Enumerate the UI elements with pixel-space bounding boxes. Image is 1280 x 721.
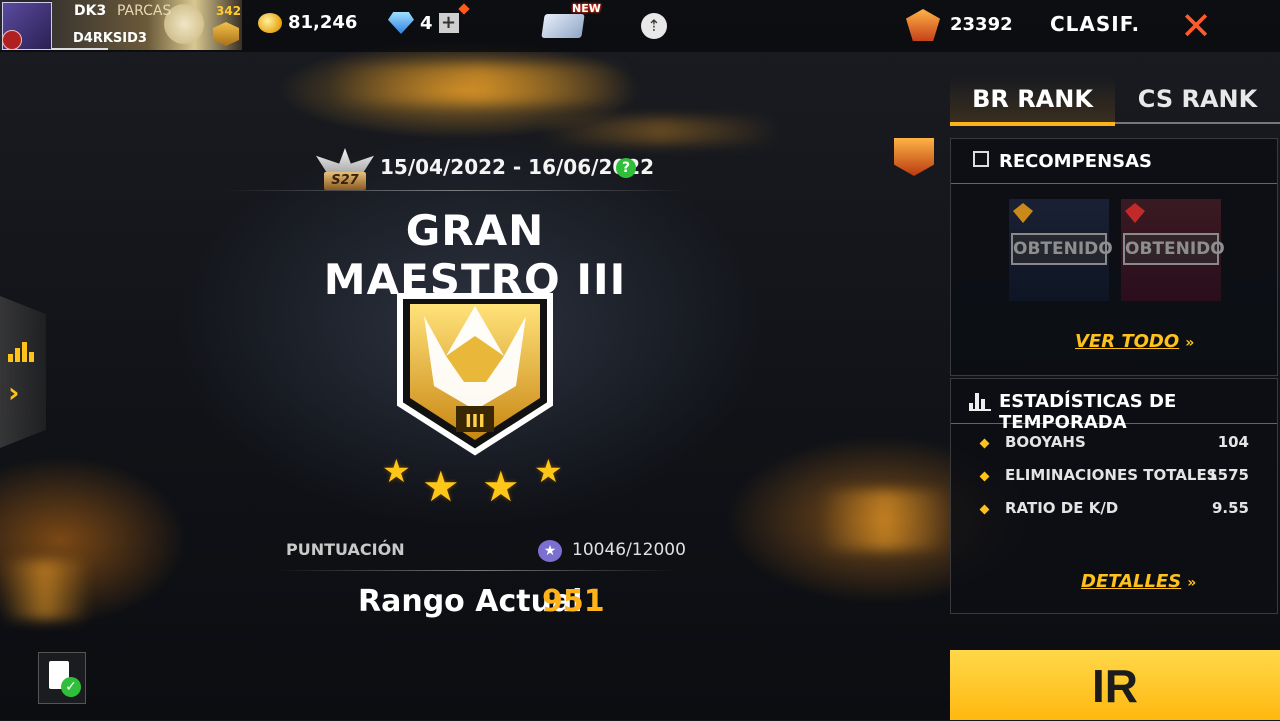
reward-status: OBTENIDO <box>1011 233 1113 265</box>
rank-emblem-icon: III <box>397 293 553 456</box>
rank-emblem-numeral: III <box>465 411 485 432</box>
side-drawer-tab[interactable] <box>0 296 46 448</box>
reward-item[interactable]: OBTENIDO <box>1009 199 1113 301</box>
player-name-tag: PARCAS <box>117 3 172 19</box>
view-all-label: VER TODO <box>1075 331 1180 352</box>
membership-card-icon[interactable] <box>541 14 585 38</box>
season-badge: S27 <box>324 172 366 190</box>
stat-value: 1575 <box>1207 466 1249 484</box>
coin-count: 81,246 <box>288 12 358 33</box>
player-name-top: DK3 <box>74 3 107 19</box>
season-dates: 15/04/2022 - 16/06/2022 <box>380 155 655 179</box>
stat-row: ELIMINACIONES TOTALES 1575 <box>979 466 1249 490</box>
stat-label: BOOYAHS <box>1005 433 1086 451</box>
stat-value: 9.55 <box>1211 499 1249 517</box>
star-icon: ★ <box>482 462 520 511</box>
rewards-panel: RECOMPENSAS OBTENIDO OBTENIDO VER TODO » <box>950 138 1278 376</box>
background-light-streak <box>540 118 780 144</box>
score-star-icon: ★ <box>538 540 562 562</box>
tab-br-rank[interactable]: BR RANK <box>950 76 1115 126</box>
cloud-upload-icon[interactable]: ⇡ <box>641 13 667 39</box>
gift-icon <box>973 151 989 167</box>
divider <box>220 190 690 191</box>
chevron-right-icon[interactable]: › <box>8 376 20 409</box>
season-emblem-icon: S27 <box>316 148 374 190</box>
exp-bar <box>52 48 108 50</box>
divider <box>276 570 678 571</box>
player-nickname: D4RKSID3 <box>73 31 147 46</box>
reward-status: OBTENIDO <box>1123 233 1225 265</box>
double-arrow-icon: » <box>1187 575 1197 591</box>
stats-header: ESTADÍSTICAS DE TEMPORADA <box>951 379 1277 433</box>
stat-label: RATIO DE K/D <box>1005 499 1119 517</box>
guild-badge-icon <box>2 30 22 50</box>
star-icon: ★ <box>422 462 460 511</box>
double-arrow-icon: » <box>1185 335 1195 351</box>
report-icon[interactable]: ✓ <box>38 652 86 704</box>
clasif-button[interactable]: CLASIF. <box>1050 12 1140 36</box>
rewards-header: RECOMPENSAS <box>951 139 1277 184</box>
new-tag: NEW <box>572 2 601 15</box>
background-light-streak <box>0 560 90 620</box>
star-icon: ★ <box>534 452 563 490</box>
close-icon[interactable]: ✕ <box>1176 7 1216 45</box>
tab-cs-rank[interactable]: CS RANK <box>1115 76 1280 124</box>
stat-row: RATIO DE K/D 9.55 <box>979 499 1249 523</box>
player-level: 342 <box>216 4 242 18</box>
diamond-balance[interactable]: 4 + <box>388 12 459 34</box>
rank-tabs: BR RANK CS RANK <box>950 76 1280 126</box>
current-rank-value: 951 <box>542 584 605 619</box>
details-link[interactable]: DETALLES » <box>1081 571 1196 592</box>
help-icon[interactable]: ? <box>616 158 636 178</box>
stat-row: BOOYAHS 104 <box>979 433 1249 457</box>
coin-balance[interactable]: 81,246 <box>258 12 357 33</box>
view-all-link[interactable]: VER TODO » <box>1075 331 1194 352</box>
score-progress: 10046/12000 <box>572 540 686 560</box>
stat-label: ELIMINACIONES TOTALES <box>1005 466 1218 484</box>
player-profile[interactable]: DK3 PARCAS D4RKSID3 342 <box>0 0 242 50</box>
go-button[interactable]: IR <box>950 650 1280 720</box>
stats-icon <box>969 391 991 411</box>
stats-title: ESTADÍSTICAS DE TEMPORADA <box>999 391 1177 433</box>
star-icon: ★ <box>382 452 411 490</box>
add-diamonds-button[interactable]: + <box>438 13 459 33</box>
score-label: PUNTUACIÓN <box>286 540 405 559</box>
stat-value: 104 <box>1217 433 1249 451</box>
rank-score-value: 23392 <box>950 14 1013 35</box>
background-light-streak <box>820 490 950 550</box>
reward-item[interactable]: OBTENIDO <box>1121 199 1225 301</box>
diamond-count: 4 <box>420 12 433 34</box>
rank-stars: ★ ★ ★ ★ <box>380 452 570 511</box>
coin-icon <box>258 12 282 33</box>
season-stats-panel: ESTADÍSTICAS DE TEMPORADA BOOYAHS 104 EL… <box>950 378 1278 614</box>
background-light-streak <box>330 64 630 104</box>
season-info: S27 15/04/2022 - 16/06/2022 ? <box>316 146 656 190</box>
bar-chart-icon[interactable] <box>8 340 34 362</box>
details-label: DETALLES <box>1081 571 1182 592</box>
rewards-title: RECOMPENSAS <box>999 151 1152 172</box>
diamond-icon <box>388 12 414 34</box>
